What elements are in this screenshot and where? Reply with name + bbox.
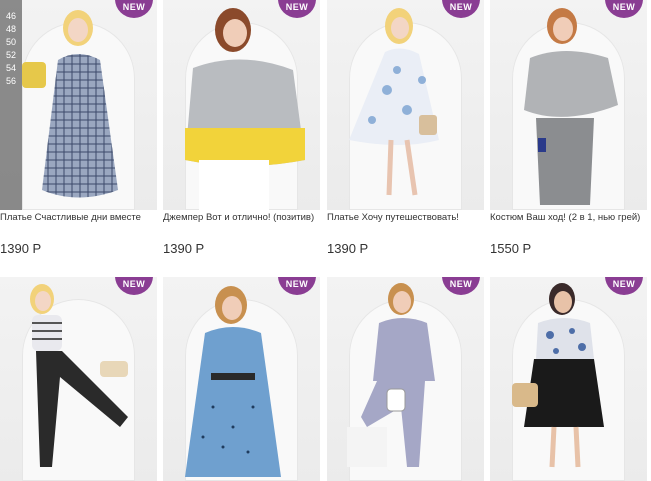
product-photo[interactable]: NEW <box>327 0 484 210</box>
model-image <box>30 284 128 467</box>
model-image <box>512 283 604 468</box>
product-card[interactable]: NEW Костюм Ваш ход! (2 в 1, нью грей) 15… <box>490 0 647 256</box>
product-photo[interactable]: NEW <box>0 277 157 481</box>
model-image <box>349 8 439 196</box>
product-photo[interactable]: NEW <box>163 277 320 481</box>
product-price: 1390 Р <box>163 241 205 256</box>
product-title[interactable]: Костюм Ваш ход! (2 в 1, нью грей) <box>490 212 647 223</box>
model-image <box>524 8 618 205</box>
size-option[interactable]: 52 <box>0 49 22 62</box>
product-photo[interactable]: NEW <box>327 277 484 481</box>
product-photo[interactable]: NEW <box>490 277 647 481</box>
size-option[interactable]: 50 <box>0 36 22 49</box>
model-image <box>347 283 435 467</box>
size-selector[interactable]: 46 48 50 52 54 56 <box>0 0 22 210</box>
product-photo[interactable]: NEW <box>490 0 647 210</box>
size-option[interactable]: 46 <box>0 10 22 23</box>
product-card[interactable]: NEW Платье Хочу путешествовать! 1390 Р <box>327 0 484 256</box>
product-card[interactable]: NEW <box>163 277 320 481</box>
product-card[interactable]: NEW <box>327 277 484 481</box>
product-price: 1390 Р <box>0 241 42 256</box>
product-photo[interactable]: NEW <box>163 0 320 210</box>
product-title[interactable]: Джемпер Вот и отлично! (позитив) <box>163 212 320 223</box>
product-card[interactable]: NEW Джемпер Вот и отлично! (позитив) 139… <box>163 0 320 256</box>
product-card[interactable]: NEW <box>490 277 647 481</box>
product-photo[interactable]: 46 48 50 52 54 56 NEW <box>0 0 157 210</box>
product-card[interactable]: 46 48 50 52 54 56 NEW Платье Счастливые … <box>0 0 157 256</box>
model-image <box>185 8 305 210</box>
size-option[interactable]: 56 <box>0 75 22 88</box>
model-image <box>185 286 281 477</box>
size-option[interactable]: 54 <box>0 62 22 75</box>
size-option[interactable]: 48 <box>0 23 22 36</box>
product-card[interactable]: NEW <box>0 277 157 481</box>
product-price: 1390 Р <box>327 241 369 256</box>
model-image <box>22 10 118 198</box>
product-price: 1550 Р <box>490 241 532 256</box>
product-title[interactable]: Платье Хочу путешествовать! <box>327 212 484 223</box>
product-title[interactable]: Платье Счастливые дни вместе <box>0 212 157 223</box>
